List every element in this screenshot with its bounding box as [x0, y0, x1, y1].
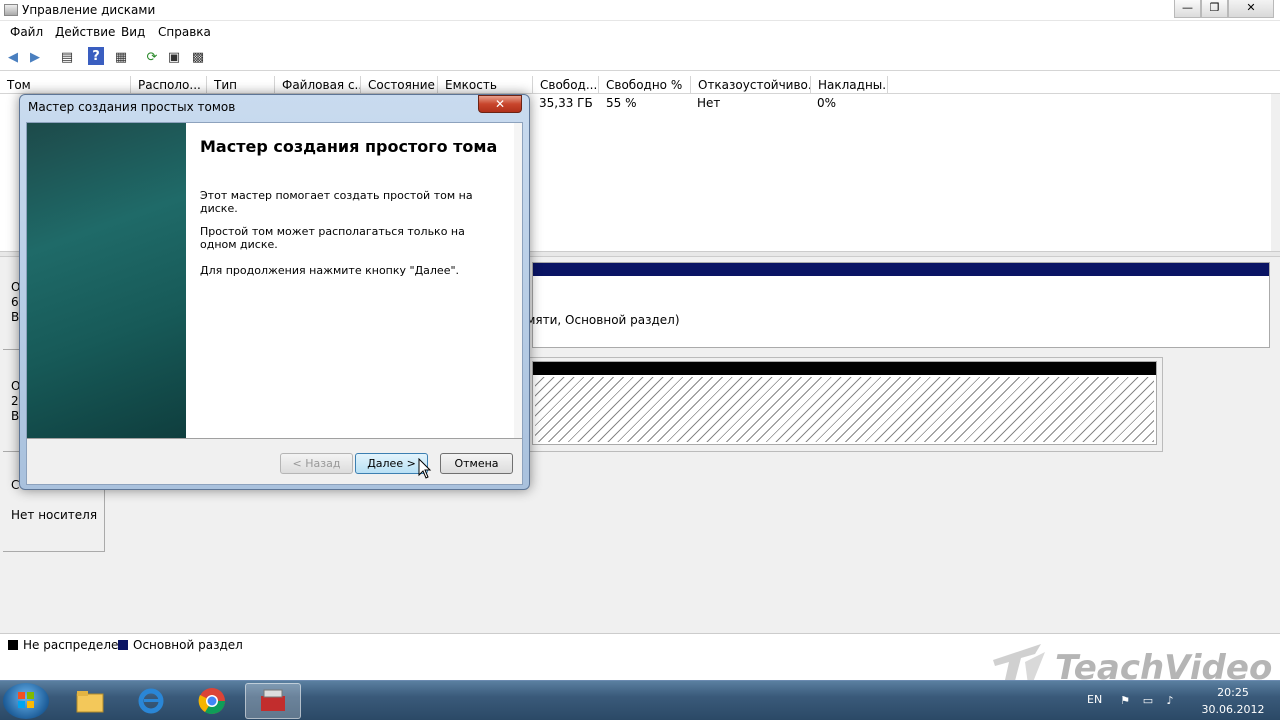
- disk-0-line-3: В: [11, 310, 20, 324]
- settings-icon[interactable]: ▩: [188, 47, 208, 67]
- explorer-icon[interactable]: [62, 683, 118, 719]
- network-icon[interactable]: ▭: [1141, 694, 1155, 708]
- mouse-cursor-icon: [418, 458, 432, 479]
- dialog-body: Мастер создания простого тома Этот масте…: [26, 122, 523, 485]
- dialog-scrollbar: [514, 123, 522, 438]
- menu-bar: Файл Действие Вид Справка: [0, 21, 1280, 43]
- row-free: 35,33 ГБ: [539, 96, 593, 110]
- column-free[interactable]: Свобод...: [533, 76, 599, 94]
- column-overhead[interactable]: Накладны...: [811, 76, 888, 94]
- window-title: Управление дисками: [22, 3, 156, 17]
- column-status[interactable]: Состояние: [361, 76, 438, 94]
- row-fault-tolerance: Нет: [697, 96, 721, 110]
- window-titlebar: Управление дисками — ❐ ✕: [0, 0, 1280, 21]
- taskbar: EN ⚑ ▭ ♪ 20:25 30.06.2012: [0, 680, 1280, 720]
- close-button[interactable]: ✕: [1228, 0, 1274, 18]
- forward-icon[interactable]: ▶: [25, 47, 45, 67]
- unallocated-partition-bar: [533, 362, 1156, 375]
- action-center-icon[interactable]: ⚑: [1118, 694, 1132, 708]
- menu-view[interactable]: Вид: [121, 25, 145, 39]
- partition-info: амяти, Основной раздел): [519, 313, 680, 327]
- back-button[interactable]: < Назад: [280, 453, 353, 474]
- language-indicator[interactable]: EN: [1087, 693, 1102, 706]
- start-button[interactable]: [3, 683, 49, 719]
- ie-icon[interactable]: [123, 683, 179, 719]
- disk-management-icon[interactable]: [245, 683, 301, 719]
- dialog-close-button[interactable]: ✕: [478, 95, 522, 113]
- disk-0-line-2: 6: [11, 295, 19, 309]
- unallocated-hatch: [535, 377, 1154, 442]
- column-free-percent[interactable]: Свободно %: [599, 76, 691, 94]
- toolbar: ◀ ▶ ▤ ? ▦ ⟳ ▣ ▩: [0, 43, 1280, 71]
- disk-1-line-2: 2: [11, 394, 19, 408]
- legend-primary: Основной раздел: [133, 638, 243, 652]
- properties-icon[interactable]: ▦: [111, 47, 131, 67]
- dialog-separator: [27, 438, 522, 439]
- row-free-percent: 55 %: [606, 96, 637, 110]
- primary-swatch: [118, 640, 128, 650]
- column-type[interactable]: Тип: [207, 76, 275, 94]
- legend-unallocated: Не распределен: [23, 638, 127, 652]
- dialog-title: Мастер создания простых томов: [28, 100, 236, 114]
- disk-1-line-3: В: [11, 409, 20, 423]
- volume-list-header: Том Располо... Тип Файловая с... Состоян…: [0, 76, 1280, 94]
- menu-action[interactable]: Действие: [55, 25, 115, 39]
- wizard-heading: Мастер создания простого тома: [200, 137, 498, 156]
- volume-icon[interactable]: ♪: [1163, 694, 1177, 708]
- cdrom-no-media: Нет носителя: [11, 508, 98, 522]
- unallocated-swatch: [8, 640, 18, 650]
- unallocated-partition[interactable]: [532, 361, 1157, 445]
- menu-file[interactable]: Файл: [10, 25, 43, 39]
- primary-partition[interactable]: амяти, Основной раздел): [519, 262, 1270, 348]
- clock-time[interactable]: 20:25: [1198, 686, 1268, 699]
- menu-help[interactable]: Справка: [158, 25, 211, 39]
- minimize-button[interactable]: —: [1174, 0, 1201, 18]
- row-overhead: 0%: [817, 96, 837, 110]
- wizard-text-3: Для продолжения нажмите кнопку "Далее".: [200, 264, 460, 277]
- column-capacity[interactable]: Емкость: [438, 76, 533, 94]
- list-scrollbar[interactable]: [1271, 94, 1280, 251]
- column-layout[interactable]: Располо...: [131, 76, 207, 94]
- wizard-side-banner: [27, 123, 186, 438]
- disk-management-app-icon: [4, 4, 18, 16]
- refresh-icon[interactable]: ⟳: [142, 47, 162, 67]
- cancel-button[interactable]: Отмена: [440, 453, 513, 474]
- wizard-text-2: Простой том может располагаться только н…: [200, 225, 465, 251]
- help-icon[interactable]: ?: [88, 47, 104, 65]
- new-volume-wizard-dialog: Мастер создания простых томов ✕ Мастер с…: [19, 94, 530, 490]
- back-icon[interactable]: ◀: [3, 47, 23, 67]
- wizard-text-1: Этот мастер помогает создать простой том…: [200, 189, 473, 215]
- dialog-content: Мастер создания простого тома Этот масте…: [27, 123, 522, 438]
- rescan-icon[interactable]: ▣: [164, 47, 184, 67]
- column-volume[interactable]: Том: [0, 76, 131, 94]
- column-fault-tolerance[interactable]: Отказоустойчиво...: [691, 76, 811, 94]
- chrome-icon[interactable]: [184, 683, 240, 719]
- primary-partition-bar: [533, 263, 1269, 276]
- windows-logo-icon: [18, 692, 34, 708]
- maximize-button[interactable]: ❐: [1201, 0, 1228, 18]
- column-filesystem[interactable]: Файловая с...: [275, 76, 361, 94]
- clock-date[interactable]: 30.06.2012: [1198, 703, 1268, 716]
- list-view-icon[interactable]: ▤: [57, 47, 77, 67]
